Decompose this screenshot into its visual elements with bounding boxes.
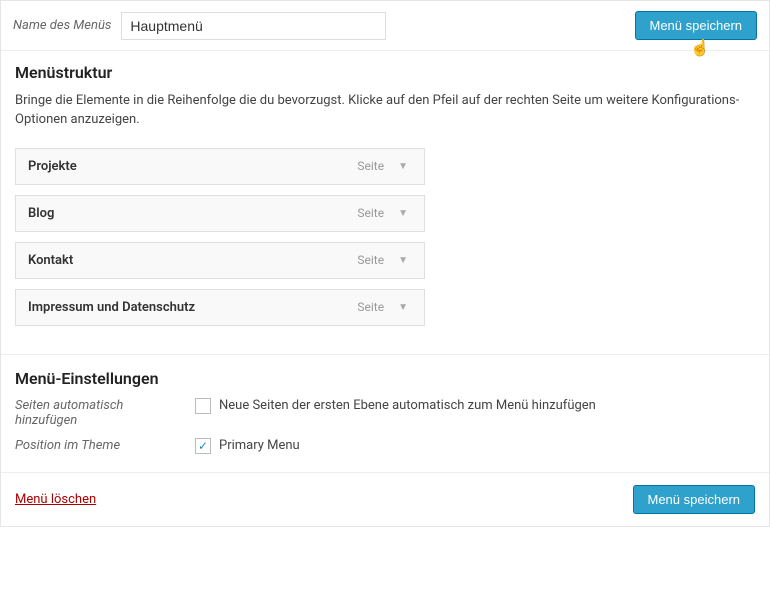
- theme-location-checkbox[interactable]: ✓: [195, 438, 211, 454]
- structure-description: Bringe die Elemente in die Reihenfolge d…: [15, 92, 755, 130]
- menu-item[interactable]: Blog Seite ▼: [15, 195, 425, 232]
- menu-edit-panel: Name des Menüs Menü speichern Menüstrukt…: [0, 0, 770, 527]
- settings-title: Menü-Einstellungen: [15, 369, 755, 388]
- save-menu-button-bottom[interactable]: Menü speichern: [633, 485, 756, 514]
- menu-item[interactable]: Impressum und Datenschutz Seite ▼: [15, 289, 425, 326]
- menu-item-title: Projekte: [28, 159, 357, 174]
- menu-name-input[interactable]: [121, 12, 386, 40]
- menu-item-type: Seite: [357, 253, 384, 267]
- theme-location-row: Position im Theme ✓ Primary Menu: [15, 438, 755, 454]
- menu-item-type: Seite: [357, 159, 384, 173]
- menu-structure-section: Menüstruktur Bringe die Elemente in die …: [1, 51, 769, 354]
- menu-header: Name des Menüs Menü speichern: [1, 1, 769, 51]
- expand-icon[interactable]: ▼: [394, 206, 412, 221]
- menu-item-title: Blog: [28, 206, 357, 221]
- expand-icon[interactable]: ▼: [394, 253, 412, 268]
- delete-menu-link[interactable]: Menü löschen: [15, 492, 96, 507]
- structure-title: Menüstruktur: [15, 63, 755, 82]
- menu-items-list: Projekte Seite ▼ Blog Seite ▼ Kontakt Se…: [15, 148, 425, 326]
- save-menu-button-top[interactable]: Menü speichern: [635, 11, 758, 40]
- auto-add-checkbox[interactable]: [195, 398, 211, 414]
- menu-item-type: Seite: [357, 300, 384, 314]
- expand-icon[interactable]: ▼: [394, 159, 412, 174]
- menu-item-type: Seite: [357, 206, 384, 220]
- expand-icon[interactable]: ▼: [394, 300, 412, 315]
- auto-add-label: Seiten automatisch hinzufügen: [15, 398, 195, 428]
- theme-location-label: Position im Theme: [15, 438, 195, 453]
- auto-add-option-text: Neue Seiten der ersten Ebene automatisch…: [219, 398, 596, 413]
- menu-item[interactable]: Kontakt Seite ▼: [15, 242, 425, 279]
- menu-footer: Menü löschen Menü speichern: [1, 472, 769, 526]
- menu-item[interactable]: Projekte Seite ▼: [15, 148, 425, 185]
- theme-location-option-text: Primary Menu: [219, 438, 300, 453]
- menu-item-title: Kontakt: [28, 253, 357, 268]
- menu-name-label: Name des Menüs: [13, 18, 111, 33]
- menu-item-title: Impressum und Datenschutz: [28, 300, 357, 315]
- auto-add-row: Seiten automatisch hinzufügen Neue Seite…: [15, 398, 755, 428]
- menu-settings-section: Menü-Einstellungen Seiten automatisch hi…: [1, 354, 769, 472]
